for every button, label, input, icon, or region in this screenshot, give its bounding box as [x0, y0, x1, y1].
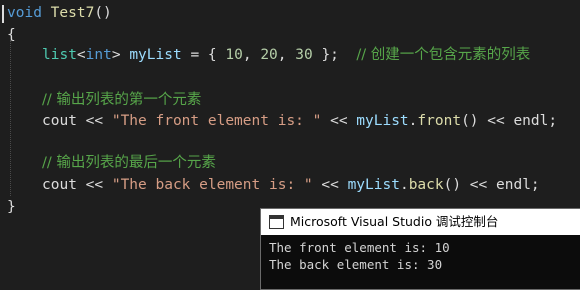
type-list: list: [42, 47, 77, 63]
cout: cout: [42, 177, 77, 193]
function-parens: (): [94, 5, 112, 21]
console-window-icon: [269, 215, 284, 229]
console-titlebar[interactable]: Microsoft Visual Studio 调试控制台: [261, 209, 580, 235]
stream-op: <<: [76, 113, 112, 129]
close-brace-semicolon: };: [312, 47, 339, 63]
string-back: "The back element is: ": [111, 177, 313, 193]
template-open: <: [76, 47, 86, 63]
code-line-comment-last[interactable]: // 输出列表的最后一个元素: [42, 152, 216, 174]
dot: .: [399, 177, 409, 193]
open-brace: {: [7, 27, 16, 43]
console-output-line: The front element is: 10: [269, 240, 450, 255]
debug-console-window[interactable]: Microsoft Visual Studio 调试控制台 The front …: [260, 208, 580, 290]
code-line-close-brace[interactable]: }: [7, 196, 16, 218]
code-line-function-signature[interactable]: void Test7(): [7, 2, 112, 24]
assign-brace: = {: [181, 47, 226, 63]
console-output[interactable]: The front element is: 10 The back element…: [269, 239, 580, 273]
variable-mylist: myList: [129, 47, 182, 63]
call-parens: (): [461, 113, 479, 129]
function-name: Test7: [50, 5, 95, 21]
console-output-line: The back element is: 30: [269, 257, 443, 272]
indent-guide: [10, 40, 11, 196]
close-brace: }: [7, 199, 16, 215]
comment-output-last: // 输出列表的最后一个元素: [42, 155, 216, 171]
comma-1: ,: [242, 47, 261, 63]
string-front: "The front element is: ": [111, 113, 322, 129]
number-10: 10: [225, 47, 243, 63]
stream-op: <<: [461, 177, 496, 193]
code-line-open-brace[interactable]: {: [7, 24, 16, 46]
endl: endl: [496, 177, 531, 193]
number-30: 30: [295, 47, 313, 63]
code-line-comment-first[interactable]: // 输出列表的第一个元素: [42, 89, 201, 111]
type-int: int: [85, 47, 112, 63]
code-line-list-declaration[interactable]: list<int> myList = { 10, 20, 30 }; // 创建…: [42, 44, 530, 66]
template-close: >: [111, 47, 121, 63]
keyword-void: void: [7, 5, 42, 21]
code-line-cout-front[interactable]: cout << "The front element is: " << myLi…: [42, 110, 557, 132]
stream-op: <<: [478, 113, 514, 129]
comma-2: ,: [277, 47, 296, 63]
method-back: back: [408, 177, 444, 193]
comment-create-list: // 创建一个包含元素的列表: [356, 47, 531, 63]
stream-op: <<: [321, 113, 357, 129]
semicolon: ;: [548, 113, 558, 129]
text-cursor: [2, 5, 4, 23]
variable-mylist: myList: [356, 113, 409, 129]
stream-op: <<: [76, 177, 112, 193]
console-title: Microsoft Visual Studio 调试控制台: [290, 214, 499, 229]
endl: endl: [513, 113, 549, 129]
variable-mylist: myList: [347, 177, 400, 193]
method-front: front: [417, 113, 462, 129]
number-20: 20: [260, 47, 278, 63]
semicolon: ;: [530, 177, 540, 193]
cout: cout: [42, 113, 77, 129]
comment-output-first: // 输出列表的第一个元素: [42, 92, 202, 108]
stream-op: <<: [312, 177, 348, 193]
call-parens: (): [443, 177, 462, 193]
code-line-cout-back[interactable]: cout << "The back element is: " << myLis…: [42, 174, 540, 196]
